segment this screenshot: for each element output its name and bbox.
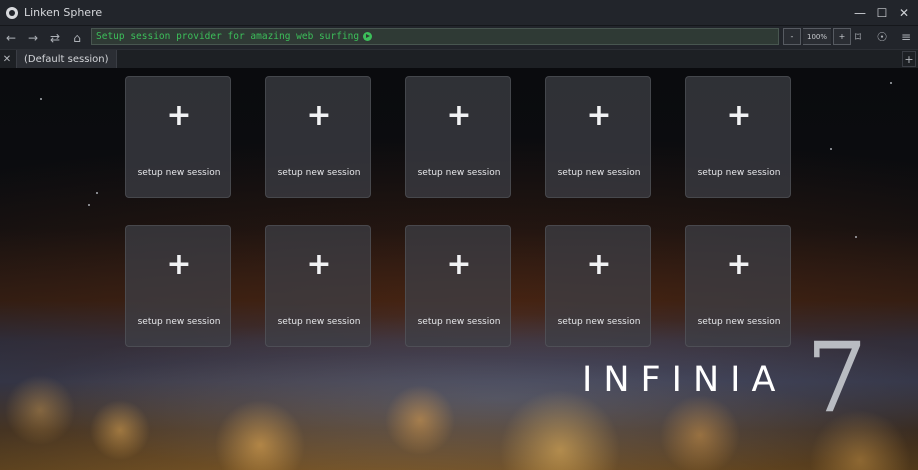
home-button[interactable]: ⌂: [66, 27, 88, 48]
address-bar[interactable]: Setup session provider for amazing web s…: [91, 28, 779, 45]
star: [855, 236, 857, 238]
toolbar-right: ⌑ ☉ ≡: [846, 26, 918, 49]
session-card-7[interactable]: + setup new session: [265, 225, 371, 347]
bookmark-icon[interactable]: ⌑: [846, 26, 870, 47]
add-session-icon: +: [586, 247, 612, 282]
window-controls: — ☐ ✕: [848, 0, 914, 26]
play-icon[interactable]: [363, 32, 373, 41]
zoom-level: 100%: [803, 28, 831, 45]
new-tab-button[interactable]: +: [902, 51, 916, 67]
app-logo-icon: [6, 6, 18, 19]
tab-label: (Default session): [24, 53, 109, 65]
session-card-2[interactable]: + setup new session: [265, 76, 371, 198]
star: [830, 148, 832, 150]
star: [96, 192, 98, 194]
session-card-10[interactable]: + setup new session: [685, 225, 791, 347]
session-card-label: setup new session: [417, 317, 501, 327]
close-window-button[interactable]: ✕: [894, 3, 914, 23]
add-session-icon: +: [446, 247, 472, 282]
maximize-button[interactable]: ☐: [872, 3, 892, 23]
menu-icon[interactable]: ≡: [894, 26, 918, 47]
tab-default-session[interactable]: (Default session): [16, 50, 117, 68]
tab-bar: ✕ (Default session) +: [0, 49, 918, 68]
session-card-label: setup new session: [557, 317, 641, 327]
session-card-label: setup new session: [697, 168, 781, 178]
extension-icon[interactable]: ☉: [870, 26, 894, 47]
app-title: Linken Sphere: [24, 6, 103, 19]
add-session-icon: +: [306, 247, 332, 282]
add-session-icon: +: [306, 98, 332, 133]
session-card-label: setup new session: [137, 317, 221, 327]
star: [40, 98, 42, 100]
add-session-icon: +: [166, 98, 192, 133]
brand-logo-text: INFINIA: [582, 360, 787, 400]
zoom-control: - 100% +: [783, 28, 851, 45]
add-session-icon: +: [726, 247, 752, 282]
add-session-icon: +: [446, 98, 472, 133]
brand-version-number: 7: [806, 322, 868, 434]
zoom-out-button[interactable]: -: [783, 28, 801, 45]
session-card-label: setup new session: [277, 168, 361, 178]
star: [890, 82, 892, 84]
address-text: Setup session provider for amazing web s…: [96, 31, 360, 42]
minimize-button[interactable]: —: [850, 3, 870, 23]
add-session-icon: +: [726, 98, 752, 133]
star: [88, 204, 90, 206]
session-card-label: setup new session: [277, 317, 361, 327]
session-card-8[interactable]: + setup new session: [405, 225, 511, 347]
session-card-4[interactable]: + setup new session: [545, 76, 651, 198]
session-card-label: setup new session: [137, 168, 221, 178]
close-tab-icon[interactable]: ✕: [0, 50, 14, 68]
session-card-label: setup new session: [697, 317, 781, 327]
session-card-label: setup new session: [417, 168, 501, 178]
reload-button[interactable]: ⇄: [44, 27, 66, 48]
add-session-icon: +: [586, 98, 612, 133]
session-card-3[interactable]: + setup new session: [405, 76, 511, 198]
session-card-6[interactable]: + setup new session: [125, 225, 231, 347]
add-session-icon: +: [166, 247, 192, 282]
session-grid-area: + setup new session + setup new session …: [0, 68, 918, 470]
back-button[interactable]: ←: [0, 27, 22, 48]
forward-button[interactable]: →: [22, 27, 44, 48]
navigation-bar: ← → ⇄ ⌂ Setup session provider for amazi…: [0, 26, 918, 49]
session-card-label: setup new session: [557, 168, 641, 178]
session-card-5[interactable]: + setup new session: [685, 76, 791, 198]
session-card-9[interactable]: + setup new session: [545, 225, 651, 347]
title-bar: Linken Sphere — ☐ ✕: [0, 0, 918, 26]
session-card-1[interactable]: + setup new session: [125, 76, 231, 198]
